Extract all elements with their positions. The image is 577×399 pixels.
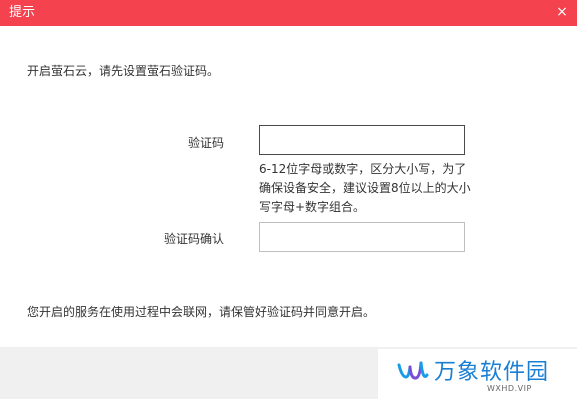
watermark: 万象软件园 WXHD.VIP bbox=[378, 349, 577, 399]
verification-code-label: 验证码 bbox=[187, 136, 224, 150]
confirm-code-label: 验证码确认 bbox=[163, 232, 224, 246]
verification-code-input[interactable] bbox=[259, 125, 465, 155]
wanxiang-logo-icon bbox=[397, 361, 429, 380]
network-notice: 您开启的服务在使用过程中会联网，请保管好验证码并同意开启。 bbox=[27, 305, 376, 319]
dialog-title: 提示 bbox=[9, 5, 36, 20]
watermark-name: 万象软件园 bbox=[434, 360, 550, 385]
intro-text: 开启萤石云，请先设置萤石验证码。 bbox=[27, 64, 220, 78]
close-icon[interactable]: × bbox=[553, 3, 571, 21]
settings-dialog: 提示 × 开启萤石云，请先设置萤石验证码。 验证码 6-12位字母或数字，区分大… bbox=[0, 0, 577, 399]
password-hint: 6-12位字母或数字，区分大小写，为了确保设备安全，建议设置8位以上的大小写字母… bbox=[259, 162, 471, 214]
title-bar: 提示 × bbox=[0, 0, 577, 26]
watermark-url: WXHD.VIP bbox=[487, 384, 532, 393]
confirm-code-input[interactable] bbox=[259, 222, 465, 252]
